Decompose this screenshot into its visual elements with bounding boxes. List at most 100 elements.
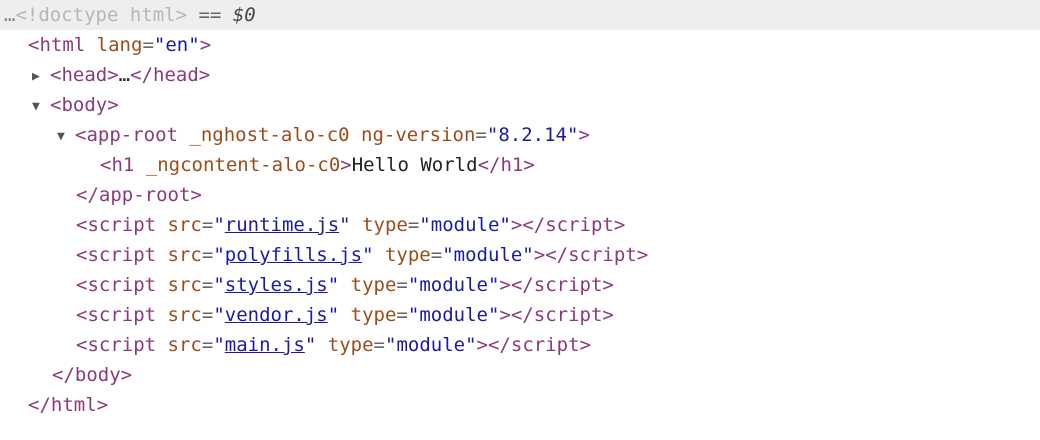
tag-name: html: [50, 394, 97, 416]
html-node-close[interactable]: </html>: [0, 390, 1040, 420]
app-root-node-close[interactable]: </app-root>: [0, 180, 1040, 210]
quote: ": [362, 244, 374, 266]
quote: ": [153, 34, 166, 56]
h1-node[interactable]: <h1 _ngcontent-alo-c0>Hello World</h1>: [0, 150, 1040, 180]
attr-value[interactable]: 8.2.14: [498, 124, 567, 146]
elements-tree: …<!doctype html> == $0 <html lang="en"> …: [0, 0, 1040, 440]
attr-name: src: [167, 244, 202, 266]
expand-down-icon[interactable]: ▼: [57, 122, 75, 152]
attr-name: type: [327, 334, 374, 356]
attr-eq: =: [373, 334, 385, 356]
tag-bracket: >: [523, 154, 535, 176]
quote: ": [188, 34, 200, 56]
quote: ": [522, 244, 534, 266]
script-node-main[interactable]: <script src="main.js" type="module"></sc…: [0, 330, 1040, 360]
script-node-styles[interactable]: <script src="styles.js" type="module"></…: [0, 270, 1040, 300]
html-node-open[interactable]: <html lang="en">: [0, 30, 1040, 60]
quote: ": [486, 124, 499, 146]
tag-bracket: </: [130, 64, 154, 86]
expand-right-icon[interactable]: ▶: [32, 62, 50, 92]
attr-value[interactable]: module: [396, 334, 465, 356]
quote: ": [384, 334, 397, 356]
attr-eq: =: [201, 214, 214, 236]
attr-name: type: [350, 274, 397, 296]
doctype-text: <!doctype html>: [15, 4, 188, 26]
quote: ": [304, 334, 317, 356]
tag-bracket: >: [199, 34, 212, 56]
expand-down-icon[interactable]: ▼: [32, 92, 50, 122]
quote: ": [213, 244, 225, 266]
attr-name: src: [167, 274, 202, 296]
tag-bracket: </: [52, 364, 75, 386]
quote: ": [327, 274, 340, 296]
tag-bracket: <: [28, 34, 40, 56]
tag-bracket: <: [50, 64, 62, 86]
doctype-node[interactable]: …<!doctype html> == $0: [0, 0, 1040, 30]
tag-bracket: >: [613, 214, 626, 236]
tag-bracket: >: [579, 334, 591, 356]
attr-eq: =: [430, 244, 443, 266]
tag-name: script: [533, 304, 603, 326]
attr-eq: =: [396, 274, 408, 296]
tag-bracket: >: [96, 394, 109, 416]
attr-eq: =: [475, 124, 487, 146]
script-src-link[interactable]: polyfills.js: [225, 244, 362, 266]
selected-marker-ref: $0: [232, 4, 256, 26]
attr-eq: =: [201, 274, 214, 296]
tag-name: app-root: [98, 184, 191, 206]
tag-bracket: >: [107, 94, 119, 116]
tag-name: body: [61, 94, 108, 116]
script-node-polyfills[interactable]: <script src="polyfills.js" type="module"…: [0, 240, 1040, 270]
node-menu-ellipsis[interactable]: …: [4, 4, 15, 26]
script-src-link[interactable]: styles.js: [225, 274, 328, 296]
attr-value[interactable]: module: [431, 214, 500, 236]
quote: ": [407, 274, 420, 296]
tag-name: app-root: [86, 124, 178, 146]
tag-bracket: <: [75, 124, 87, 146]
tag-name: h1: [111, 154, 135, 176]
attr-name: lang: [96, 34, 143, 56]
script-node-runtime[interactable]: <script src="runtime.js" type="module"><…: [0, 210, 1040, 240]
tag-bracket: >: [107, 64, 119, 86]
attr-name: _nghost-alo-c0: [189, 124, 350, 146]
attr-value[interactable]: module: [419, 274, 488, 296]
script-src-link[interactable]: vendor.js: [225, 304, 328, 326]
attr-eq: =: [201, 334, 214, 356]
quote: ": [465, 334, 477, 356]
tag-bracket: <: [100, 154, 112, 176]
tag-name: script: [568, 244, 637, 266]
tag-bracket: </: [510, 274, 534, 296]
attr-value[interactable]: en: [165, 34, 188, 56]
attr-eq: =: [142, 34, 154, 56]
tag-name: h1: [500, 154, 524, 176]
collapsed-ellipsis[interactable]: …: [119, 64, 130, 86]
quote: ": [327, 304, 340, 326]
script-node-vendor[interactable]: <script src="vendor.js" type="module"></…: [0, 300, 1040, 330]
tag-bracket: </: [545, 244, 569, 266]
tag-bracket: </: [477, 154, 501, 176]
attr-eq: =: [396, 304, 408, 326]
tag-name: head: [153, 64, 199, 86]
tag-bracket: >: [499, 274, 511, 296]
tag-name: script: [545, 214, 614, 236]
script-src-link[interactable]: main.js: [225, 334, 305, 356]
app-root-node-open[interactable]: ▼ <app-root _nghost-alo-c0 ng-version="8.…: [0, 120, 1040, 150]
attr-eq: =: [407, 214, 420, 236]
attr-name: src: [167, 334, 202, 356]
tag-bracket: >: [636, 244, 649, 266]
head-node[interactable]: ▶ <head>…</head>: [0, 60, 1040, 90]
body-node-close[interactable]: </body>: [0, 360, 1040, 390]
tag-bracket: >: [120, 364, 133, 386]
tag-name: script: [87, 334, 157, 356]
script-src-link[interactable]: runtime.js: [225, 214, 339, 236]
tag-bracket: >: [198, 64, 211, 86]
body-node-open[interactable]: ▼ <body>: [0, 90, 1040, 120]
attr-value[interactable]: module: [419, 304, 488, 326]
text-node[interactable]: Hello World: [352, 154, 478, 176]
tag-name: script: [87, 304, 157, 326]
quote: ": [487, 274, 500, 296]
quote: ": [213, 304, 225, 326]
attr-name: _ngcontent-alo-c0: [145, 154, 341, 176]
attr-name: ng-version: [361, 124, 476, 146]
attr-value[interactable]: module: [454, 244, 523, 266]
